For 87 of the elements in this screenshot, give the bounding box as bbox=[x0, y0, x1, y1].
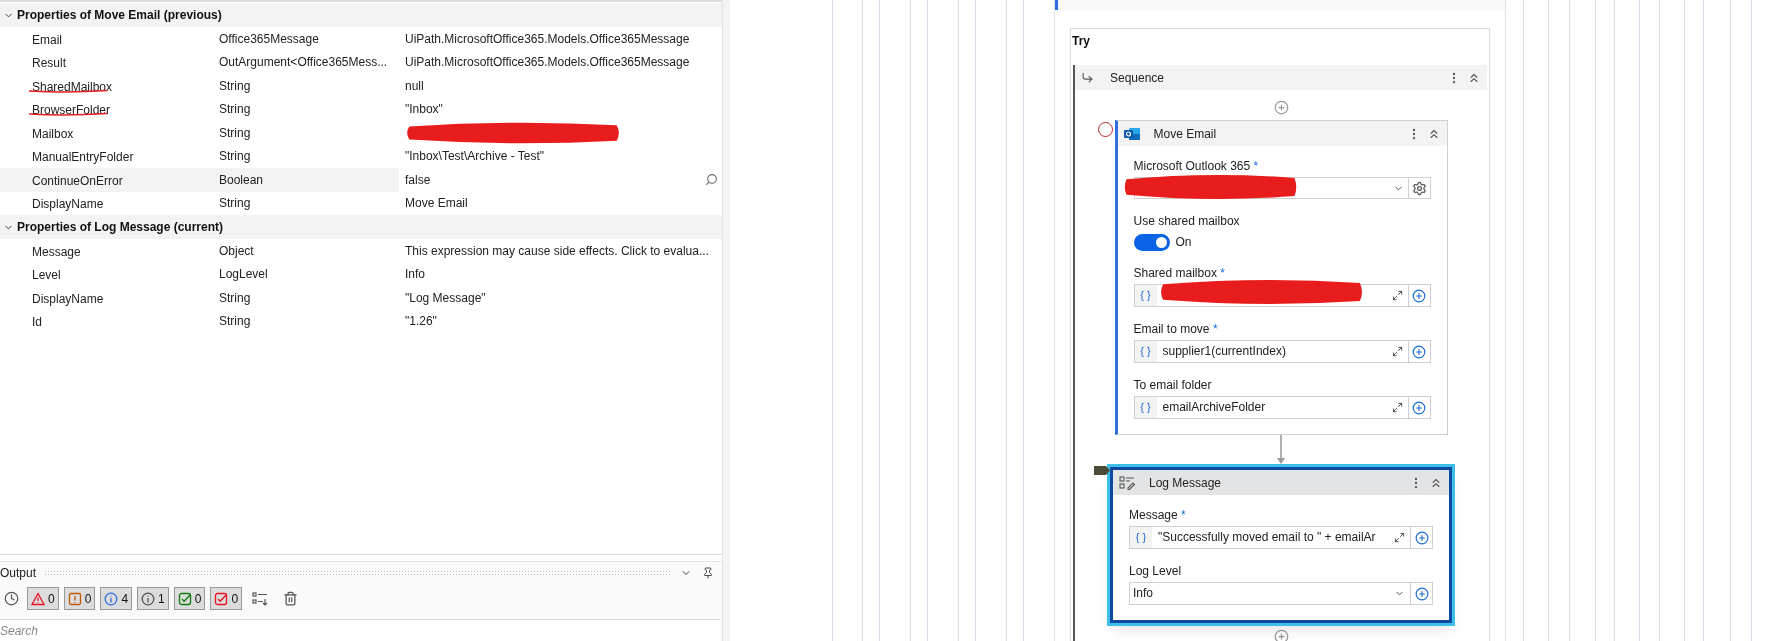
property-value: Info bbox=[405, 266, 426, 284]
property-value: UiPath.MicrosoftOffice365.Models.Office365Message bbox=[405, 30, 691, 48]
expression-braces: { } bbox=[1134, 341, 1157, 362]
toggle-state: On bbox=[1175, 234, 1192, 251]
activity-card[interactable]: Log Message Message * { } "Successfully moved email to " + emailAr Log Level Info bbox=[1110, 467, 1452, 623]
sequence-title: Sequence bbox=[1110, 69, 1166, 87]
property-type: String bbox=[219, 101, 252, 119]
expression-braces: { } bbox=[1134, 397, 1157, 418]
expand-icon[interactable] bbox=[1391, 346, 1403, 357]
property-name: Email bbox=[32, 32, 62, 47]
property-name: BrowserFolder bbox=[32, 103, 111, 118]
expression-braces: { } bbox=[1130, 527, 1152, 548]
property-name: ManualEntryFolder bbox=[32, 150, 134, 165]
expand-icon[interactable] bbox=[1391, 290, 1403, 301]
property-type: Boolean bbox=[219, 171, 265, 189]
property-value-field[interactable]: false bbox=[399, 168, 722, 192]
field-label: Log Level bbox=[1129, 564, 1183, 578]
log-icon bbox=[1119, 475, 1135, 490]
list-sort-icon[interactable] bbox=[252, 591, 269, 606]
log-filter-button[interactable]: 0 bbox=[210, 587, 243, 610]
property-value: UiPath.MicrosoftOffice365.Models.Office365Message bbox=[405, 54, 691, 72]
property-value: "Log Message" bbox=[405, 289, 487, 307]
settings-button[interactable] bbox=[1408, 177, 1431, 199]
field-label: To email folder bbox=[1133, 378, 1213, 392]
section-title: Properties of Move Email (previous) bbox=[17, 7, 222, 24]
property-type: OutArgument<Office365Mess... bbox=[219, 54, 389, 72]
property-value: "Inbox" bbox=[405, 101, 444, 119]
add-activity-icon[interactable] bbox=[1273, 100, 1289, 115]
property-value: "1.26" bbox=[405, 313, 438, 331]
field-label: Shared mailbox * bbox=[1133, 266, 1226, 280]
block-label: Try bbox=[1071, 33, 1091, 50]
sequence-icon bbox=[1081, 71, 1094, 84]
property-name: Result bbox=[32, 56, 66, 71]
expression-field[interactable]: { } emailArchiveFolder bbox=[1133, 396, 1431, 419]
section-header[interactable]: Properties of Log Message (current) bbox=[0, 215, 722, 239]
property-type: String bbox=[219, 313, 252, 331]
log-filter-button[interactable]: 0 bbox=[27, 587, 59, 610]
property-name: Level bbox=[32, 268, 61, 283]
activity-card[interactable]: Move Email Microsoft Outlook 365 * Use shared mailbox On Shared mailbox * { } Email to move * { } supplier1(currentIndex) To email folder { } emailArchiveFolder bbox=[1114, 120, 1448, 435]
dropdown-field[interactable]: Info bbox=[1129, 582, 1433, 605]
property-type: Office365Message bbox=[219, 30, 320, 48]
clock-icon[interactable] bbox=[4, 591, 19, 606]
property-name: DisplayName bbox=[32, 197, 104, 212]
pin-icon[interactable] bbox=[702, 566, 714, 579]
property-type: String bbox=[219, 124, 252, 142]
property-type: String bbox=[219, 195, 252, 213]
property-name: SharedMailbox bbox=[32, 79, 113, 94]
toggle-switch[interactable] bbox=[1133, 233, 1170, 251]
expand-icon[interactable] bbox=[1394, 532, 1405, 543]
property-type: LogLevel bbox=[219, 266, 269, 284]
property-name: Message bbox=[32, 244, 81, 259]
property-value: "Inbox\Test\Archive - Test" bbox=[405, 148, 546, 166]
panel-title: Output bbox=[0, 564, 37, 582]
outlook-icon bbox=[1123, 126, 1140, 141]
field-label: Message * bbox=[1129, 508, 1187, 522]
field-label: Use shared mailbox bbox=[1133, 214, 1241, 228]
property-type: Object bbox=[219, 242, 255, 260]
log-filter-button[interactable]: 4 bbox=[100, 587, 133, 610]
search-field[interactable]: Search bbox=[0, 619, 720, 641]
property-name: Id bbox=[32, 315, 42, 330]
section-title: Properties of Log Message (current) bbox=[17, 219, 224, 236]
activity-title: Log Message bbox=[1149, 474, 1223, 492]
connector-arrow bbox=[1277, 435, 1285, 464]
property-type: String bbox=[219, 77, 252, 95]
field-label: Microsoft Outlook 365 * bbox=[1133, 159, 1260, 173]
field-label: Email to move * bbox=[1133, 322, 1219, 336]
expand-icon[interactable] bbox=[1391, 402, 1403, 413]
property-value: Move Email bbox=[405, 195, 469, 213]
property-value: This expression may cause side effects. Click to evalua... bbox=[405, 242, 710, 260]
log-filter-button[interactable]: 0 bbox=[173, 587, 206, 610]
expression-field[interactable]: { } supplier1(currentIndex) bbox=[1133, 340, 1431, 363]
activity-title: Move Email bbox=[1153, 125, 1218, 143]
expression-braces: { } bbox=[1134, 285, 1157, 306]
property-type: String bbox=[219, 148, 252, 166]
delete-icon[interactable] bbox=[283, 591, 299, 606]
property-value: null bbox=[405, 77, 425, 95]
search-icon[interactable] bbox=[705, 173, 718, 187]
property-row[interactable]: ContinueOnError Boolean false bbox=[0, 168, 722, 192]
expression-field[interactable]: { } "Successfully moved email to " + emailAr bbox=[1129, 526, 1433, 549]
log-filter-button[interactable]: 1 bbox=[137, 587, 169, 610]
add-activity-icon[interactable] bbox=[1273, 629, 1289, 641]
section-header[interactable]: Properties of Move Email (previous) bbox=[0, 3, 722, 27]
property-type: String bbox=[219, 289, 252, 307]
property-name: DisplayName bbox=[32, 291, 104, 306]
property-name: Mailbox bbox=[32, 126, 74, 141]
log-filter-button[interactable]: 0 bbox=[63, 587, 96, 610]
property-name: ContinueOnError bbox=[32, 173, 123, 188]
